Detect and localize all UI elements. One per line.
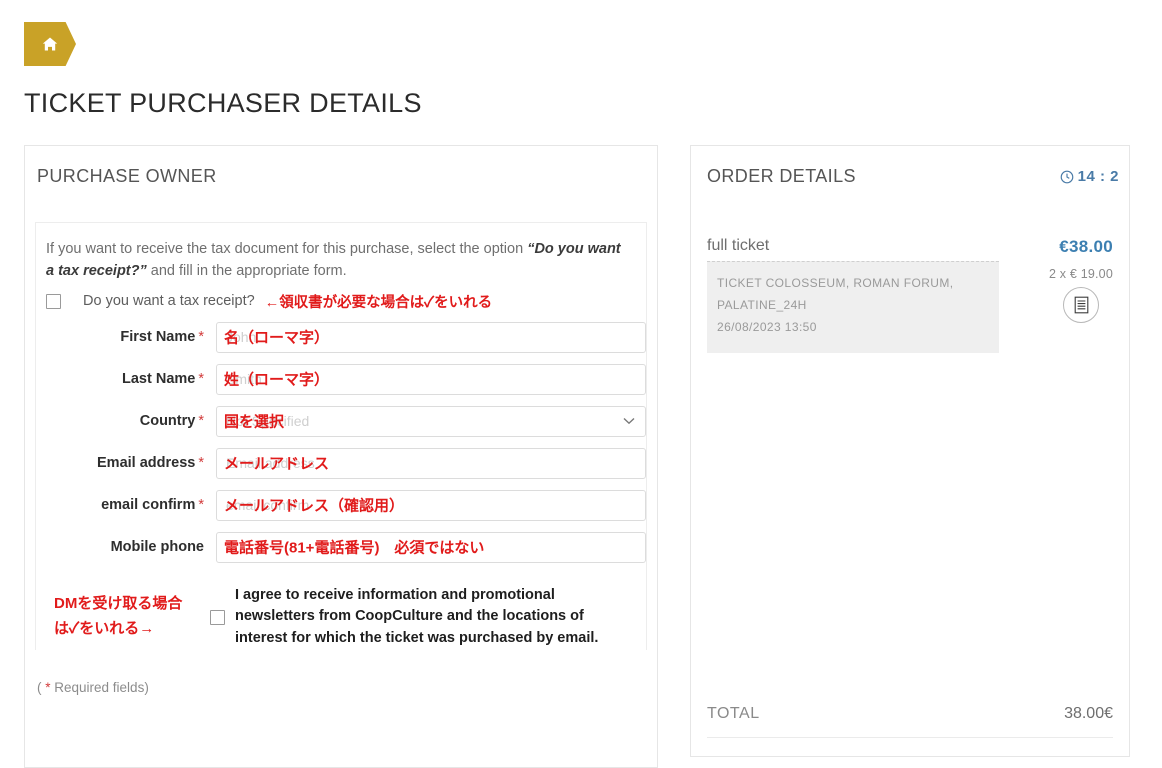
required-marker: *	[198, 497, 204, 513]
tax-receipt-row: Do you want a tax receipt? ←領収書が必要な場合は✓を…	[46, 291, 636, 312]
home-button[interactable]	[24, 22, 76, 66]
order-total-row: TOTAL 38.00€	[707, 705, 1113, 738]
placeholder-email-confirm: email confirm	[226, 497, 310, 513]
purchase-owner-heading: PURCHASE OWNER	[37, 166, 217, 186]
field-row-country: Country * Not Specified 国を選択	[46, 405, 646, 437]
placeholder-country: Not Specified	[226, 413, 310, 429]
input-first-name[interactable]: John 名（ローマ字）	[216, 321, 646, 353]
tax-receipt-annotation: ←領収書が必要な場合は✓をいれる	[264, 294, 493, 311]
clock-icon	[1060, 170, 1074, 184]
annotation-mobile-phone: 電話番号(81+電話番号) 必須ではない	[224, 539, 485, 557]
required-note-open: (	[37, 679, 46, 695]
tax-receipt-checkbox[interactable]	[46, 293, 61, 309]
order-item-price: €38.00	[1059, 237, 1113, 256]
label-first-name-text: First Name	[120, 329, 196, 345]
tax-intro-part1: If you want to receive the tax document …	[46, 241, 528, 257]
field-wrap-email-confirm: email confirm メールアドレス（確認用）	[216, 489, 646, 521]
label-email-confirm-text: email confirm	[101, 497, 196, 513]
chevron-down-icon	[623, 412, 635, 430]
required-marker: *	[198, 371, 204, 387]
label-mobile-phone-text: Mobile phone	[110, 539, 204, 555]
field-row-mobile-phone: Mobile phone 電話番号(81+電話番号) 必須ではない	[46, 531, 646, 563]
home-icon	[42, 36, 58, 52]
newsletter-label: I agree to receive information and promo…	[235, 586, 599, 647]
annotation-country: 国を選択	[224, 413, 285, 431]
select-country[interactable]: Not Specified 国を選択	[216, 405, 646, 437]
order-total-label: TOTAL	[707, 705, 760, 722]
newsletter-annotation-line2: は✓をいれる→	[54, 620, 155, 638]
input-last-name[interactable]: Smith 姓（ローマ字）	[216, 363, 646, 395]
page-title: TICKET PURCHASER DETAILS	[24, 88, 422, 118]
newsletter-checkbox[interactable]	[210, 609, 225, 625]
order-total-value: 38.00€	[1064, 705, 1113, 722]
annotation-last-name: 姓（ローマ字）	[224, 371, 330, 389]
required-marker: *	[198, 455, 204, 471]
field-row-first-name: First Name * John 名（ローマ字）	[46, 321, 646, 353]
field-row-last-name: Last Name * Smith 姓（ローマ字）	[46, 363, 646, 395]
label-country: Country *	[46, 413, 216, 429]
tax-receipt-intro: If you want to receive the tax document …	[46, 239, 626, 283]
field-wrap-country: Not Specified 国を選択	[216, 405, 646, 437]
order-details-panel: ORDER DETAILS 14 : 2 full ticket €38.00 …	[690, 145, 1130, 757]
newsletter-annotation: DMを受け取る場合 は✓をいれる→	[46, 592, 206, 642]
annotation-email-confirm: メールアドレス（確認用）	[224, 497, 405, 515]
countdown-timer: 14 : 2	[1060, 168, 1119, 185]
field-wrap-first-name: John 名（ローマ字）	[216, 321, 646, 353]
order-item-name: full ticket	[707, 237, 770, 254]
required-marker: *	[198, 329, 204, 345]
placeholder-last-name: Smith	[226, 371, 262, 387]
label-country-text: Country	[139, 413, 196, 429]
field-row-email: Email address * Email address メールアドレス	[46, 447, 646, 479]
order-item-meta-line3: 26/08/2023 13:50	[717, 320, 817, 335]
newsletter-row: DMを受け取る場合 は✓をいれる→ I agree to receive inf…	[46, 585, 636, 650]
label-email: Email address *	[46, 455, 216, 471]
purchase-owner-panel: PURCHASE OWNER If you want to receive th…	[24, 145, 658, 768]
required-fields-note: ( * Required fields)	[25, 650, 657, 713]
content-columns: PURCHASE OWNER If you want to receive th…	[0, 145, 1162, 768]
page-header: TICKET PURCHASER DETAILS	[0, 0, 1162, 117]
newsletter-annotation-line1: DMを受け取る場合	[54, 595, 183, 613]
required-note-text: Required fields)	[50, 679, 149, 695]
tax-intro-part2: and fill in the appropriate form.	[146, 262, 347, 279]
field-wrap-last-name: Smith 姓（ローマ字）	[216, 363, 646, 395]
order-item-top: full ticket €38.00	[707, 237, 1113, 257]
input-mobile-phone[interactable]: 電話番号(81+電話番号) 必須ではない	[216, 531, 646, 563]
annotation-email: メールアドレス	[224, 455, 330, 473]
field-row-email-confirm: email confirm * email confirm メールアドレス（確認用…	[46, 489, 646, 521]
annotation-first-name: 名（ローマ字）	[224, 329, 330, 347]
placeholder-email: Email address	[226, 455, 315, 471]
order-item-meta: TICKET COLOSSEUM, ROMAN FORUM, PALATINE_…	[707, 261, 999, 353]
order-item: full ticket €38.00 TICKET COLOSSEUM, ROM…	[707, 237, 1113, 353]
order-item-meta-line1: TICKET COLOSSEUM, ROMAN FORUM,	[717, 276, 954, 290]
timer-value: 14 : 2	[1077, 168, 1119, 185]
input-email-confirm[interactable]: email confirm メールアドレス（確認用）	[216, 489, 646, 521]
purchase-owner-form: If you want to receive the tax document …	[35, 222, 647, 650]
label-last-name-text: Last Name	[122, 371, 196, 387]
document-icon[interactable]	[1063, 287, 1099, 323]
label-first-name: First Name *	[46, 329, 216, 345]
label-last-name: Last Name *	[46, 371, 216, 387]
label-email-confirm: email confirm *	[46, 497, 216, 513]
order-item-right: 2 x € 19.00	[1049, 263, 1113, 323]
order-item-body: TICKET COLOSSEUM, ROMAN FORUM, PALATINE_…	[707, 261, 1113, 353]
input-email[interactable]: Email address メールアドレス	[216, 447, 646, 479]
order-item-quantity: 2 x € 19.00	[1048, 267, 1113, 281]
label-email-text: Email address	[97, 455, 196, 471]
required-marker: *	[198, 413, 204, 429]
label-mobile-phone: Mobile phone	[46, 539, 216, 555]
field-wrap-email: Email address メールアドレス	[216, 447, 646, 479]
placeholder-first-name: John	[226, 329, 257, 345]
tax-receipt-label: Do you want a tax receipt?	[83, 293, 255, 309]
order-item-meta-line2: PALATINE_24H	[717, 298, 807, 313]
field-wrap-mobile-phone: 電話番号(81+電話番号) 必須ではない	[216, 531, 646, 563]
